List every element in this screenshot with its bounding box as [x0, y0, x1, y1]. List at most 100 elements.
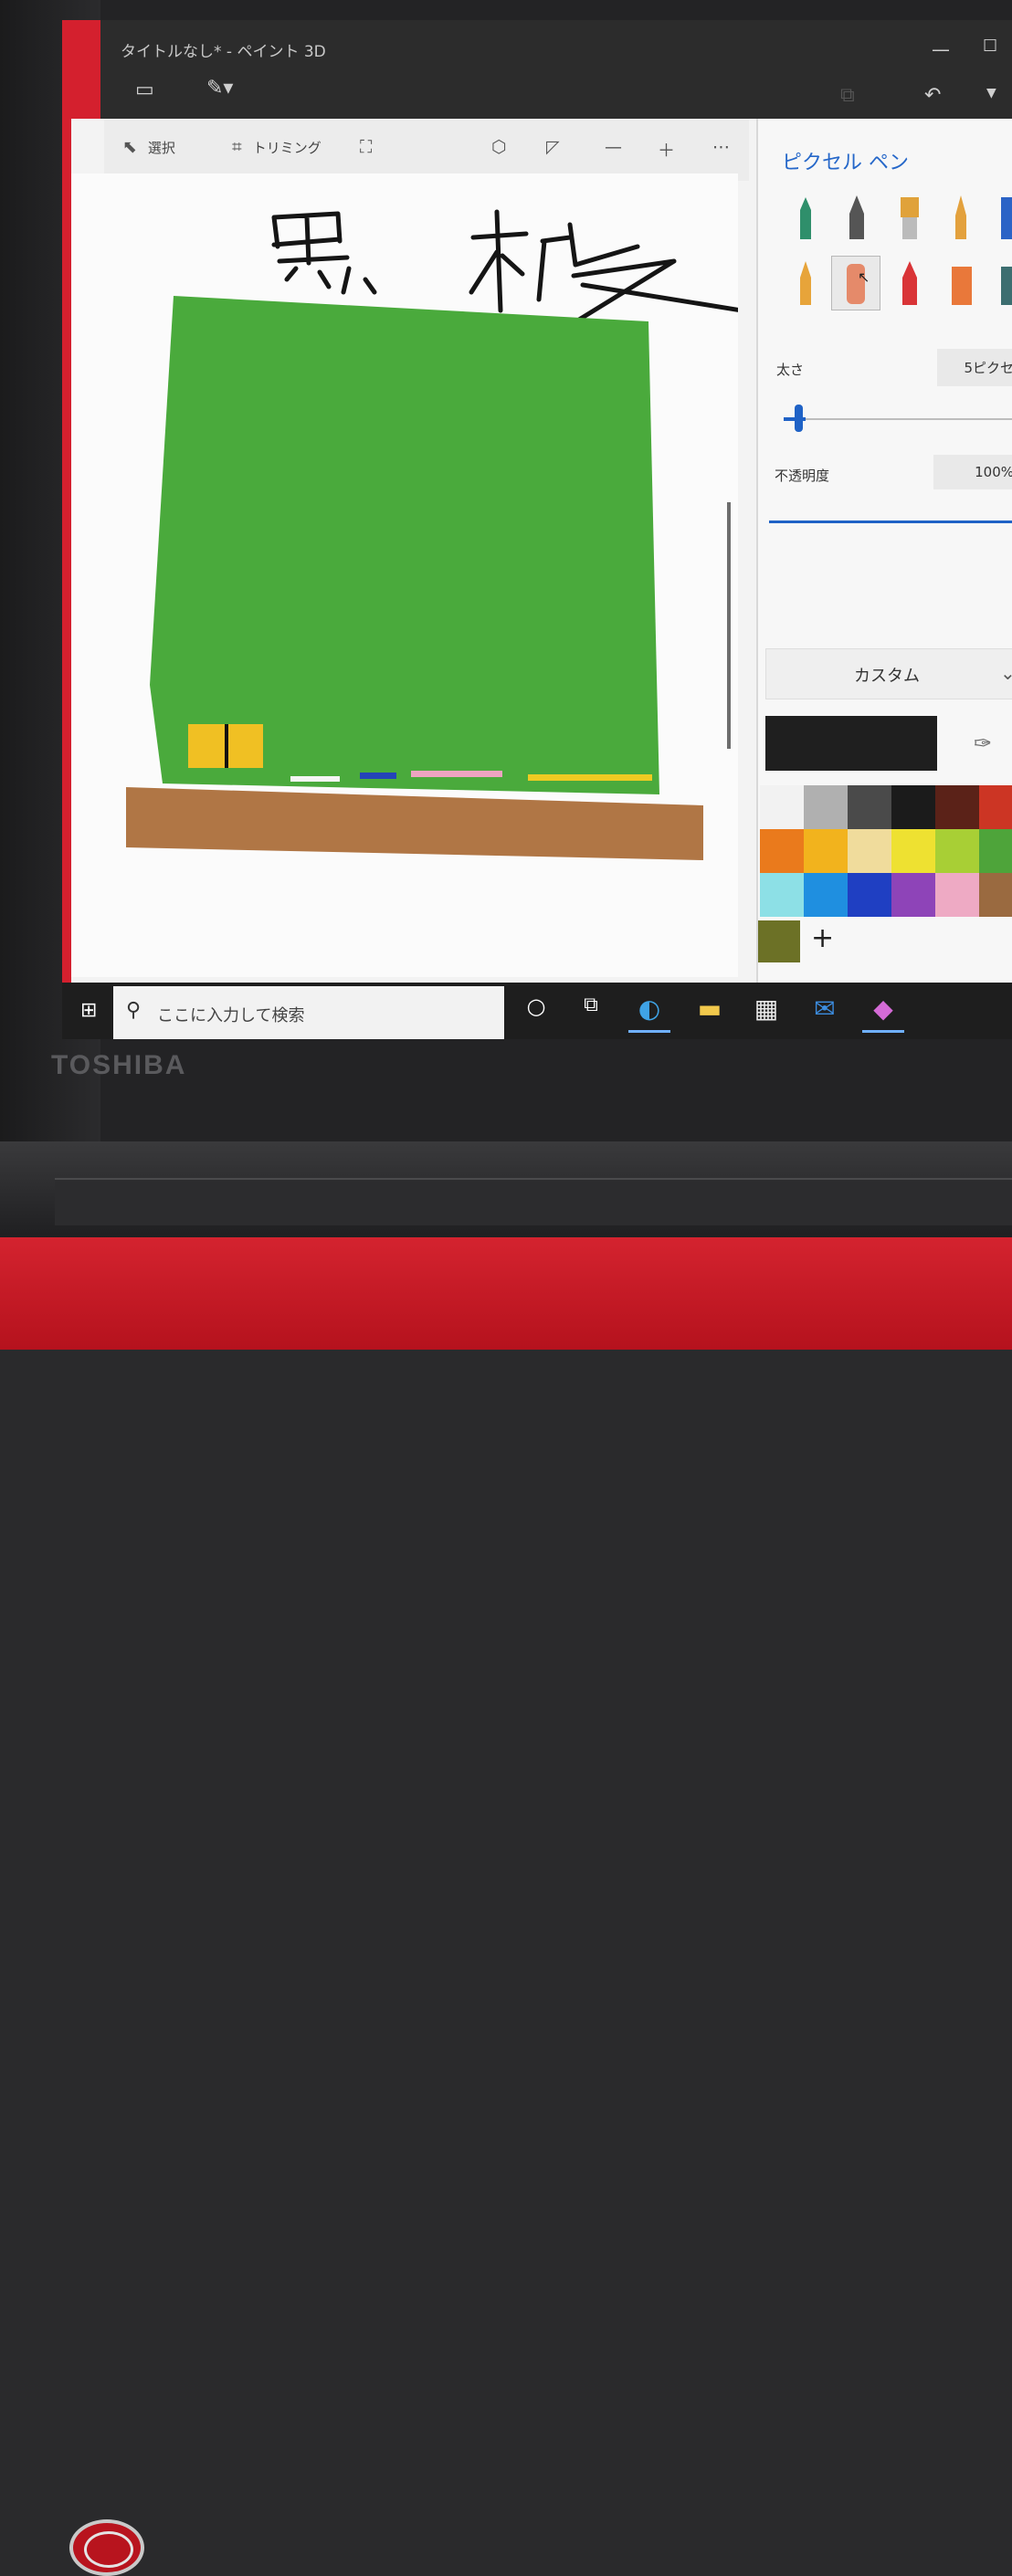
ellipsis-icon: ⋯ [712, 137, 730, 157]
windows-start-icon[interactable]: ⊞ [80, 999, 97, 1022]
laptop-hinge-bar [55, 1178, 1012, 1225]
power-button-ring [84, 2531, 133, 2568]
color-swatch[interactable] [891, 873, 935, 917]
paste-icon[interactable]: ⧉ [840, 84, 855, 107]
title-bar: タイトルなし* - ペイント 3D ▭ ✎▾ ⧉ ↶ ▼ — ☐ [100, 20, 1012, 121]
color-swatch[interactable] [935, 829, 979, 873]
color-swatch[interactable] [760, 785, 804, 829]
current-color-swatch[interactable] [765, 716, 937, 771]
eyedropper-icon[interactable]: ✑ [974, 731, 992, 756]
3d-view-tool[interactable]: ⬡ [491, 137, 518, 157]
minus-icon: — [605, 137, 622, 157]
crop-icon: ⌗ [232, 137, 242, 157]
brush-menu-icon[interactable]: ✎▾ [206, 77, 233, 100]
cursor-icon: ⬉ [122, 137, 137, 157]
store-icon[interactable]: ▦ [745, 994, 787, 1030]
panel-title: ピクセル ペン [782, 152, 909, 174]
task-view-icon[interactable]: ⧉ [570, 994, 612, 1030]
color-swatch[interactable] [804, 829, 848, 873]
view-tool[interactable]: ◸ [546, 137, 571, 157]
zoom-out-button[interactable]: — [605, 137, 633, 157]
minimize-icon[interactable]: — [932, 38, 950, 60]
crayon-brush[interactable] [886, 258, 933, 310]
thickness-slider-thumb[interactable] [795, 405, 803, 432]
color-swatch[interactable] [979, 873, 1012, 917]
screen: タイトルなし* - ペイント 3D ▭ ✎▾ ⧉ ↶ ▼ — ☐ ⬉ 選択 ⌗ トリ… [62, 20, 1012, 1039]
power-button[interactable] [69, 2519, 144, 2576]
brush-panel: ピクセル ペン ↖ 太さ 5ピクセ 不透明度 100% カスタム ⌄ ✑ + [756, 119, 1012, 986]
taskbar-search-box[interactable]: ⚲ ここに入力して検索 [113, 986, 504, 1039]
calligraphy-pen-brush[interactable] [833, 192, 880, 245]
canvas-toolbar: ⬉ 選択 ⌗ トリミング ⛶ ⬡ ◸ — ＋ ⋯ [104, 119, 749, 181]
view-icon: ◸ [546, 137, 560, 157]
thickness-value-input[interactable]: 5ピクセ [937, 349, 1012, 386]
taskbar: ⊞ ⚲ ここに入力して検索 ○ ⧉ ◐ ▬ ▦ ✉ ◆ [62, 983, 1012, 1039]
watercolor-brush[interactable] [937, 192, 985, 245]
pencil-brush[interactable] [782, 258, 829, 310]
file-explorer-icon[interactable]: ▬ [689, 994, 731, 1030]
color-swatch[interactable] [760, 873, 804, 917]
zoom-in-button[interactable]: ＋ [658, 137, 686, 162]
color-swatch[interactable] [935, 785, 979, 829]
color-swatch[interactable] [979, 785, 1012, 829]
yellow-chalk [528, 774, 652, 781]
color-swatch[interactable] [891, 785, 935, 829]
more-button[interactable]: ⋯ [712, 137, 741, 157]
add-color-button[interactable]: + [811, 922, 834, 954]
search-icon: ⚲ [126, 999, 142, 1022]
chevron-down-icon: ⌄ [1000, 662, 1012, 684]
opacity-slider[interactable] [769, 520, 1012, 523]
trim-label: トリミング [252, 140, 322, 156]
search-placeholder: ここに入力して検索 [157, 1006, 305, 1025]
oil-brush[interactable] [886, 192, 933, 245]
airbrush-brush[interactable] [986, 192, 1012, 245]
opacity-label: 不透明度 [775, 468, 830, 484]
fill-brush[interactable] [986, 258, 1012, 310]
menu-icon[interactable]: ▭ [135, 79, 154, 101]
handwritten-text [271, 209, 744, 322]
paint3d-taskbar-icon[interactable]: ◆ [862, 994, 904, 1033]
color-mode-label: カスタム [854, 667, 920, 686]
color-swatch[interactable] [848, 873, 891, 917]
undo-icon[interactable]: ↶ [924, 84, 941, 107]
paint3d-app: ⬉ 選択 ⌗ トリミング ⛶ ⬡ ◸ — ＋ ⋯ 黒板 [71, 119, 1012, 1020]
select-tool[interactable]: ⬉ 選択 [122, 137, 175, 157]
cube-icon: ⬡ [491, 137, 507, 157]
chalk-tray [126, 787, 703, 860]
history-dropdown-icon[interactable]: ▼ [986, 86, 996, 100]
color-swatch[interactable] [760, 829, 804, 873]
window-title: タイトルなし* - ペイント 3D [121, 43, 326, 61]
marker-brush[interactable] [782, 192, 829, 245]
select-label: 選択 [147, 140, 175, 156]
cursor-icon: ↖ [858, 268, 870, 286]
plus-icon: ＋ [658, 141, 676, 161]
chalkboard [150, 296, 659, 794]
custom-color-swatch[interactable] [758, 920, 800, 962]
color-swatch[interactable] [935, 873, 979, 917]
thickness-slider-track[interactable] [784, 418, 1012, 420]
color-mode-dropdown[interactable]: カスタム ⌄ [765, 648, 1012, 699]
color-swatch[interactable] [891, 829, 935, 873]
maximize-icon[interactable]: ☐ [983, 37, 997, 56]
white-chalk [290, 776, 340, 782]
pink-chalk [411, 771, 502, 777]
opacity-value-input[interactable]: 100% [933, 455, 1012, 489]
mail-icon[interactable]: ✉ [804, 994, 846, 1030]
trim-tool[interactable]: ⌗ トリミング [232, 137, 322, 157]
laptop-lid [0, 1237, 1012, 2576]
color-swatch[interactable] [804, 785, 848, 829]
spray-can-brush[interactable] [937, 258, 985, 310]
magic-select-tool[interactable]: ⛶ [360, 137, 383, 157]
color-swatch[interactable] [848, 829, 891, 873]
thickness-label: 太さ [776, 362, 805, 378]
blue-chalk [360, 773, 396, 779]
color-swatch[interactable] [848, 785, 891, 829]
edge-icon[interactable]: ◐ [628, 994, 670, 1033]
cortana-icon[interactable]: ○ [515, 994, 557, 1030]
color-swatch[interactable] [804, 873, 848, 917]
vertical-scrollbar[interactable] [727, 502, 731, 749]
pixel-pen-brush[interactable]: ↖ [831, 256, 880, 310]
drawing-canvas[interactable]: 黒板 [71, 173, 744, 1020]
laptop-brand-logo: TOSHIBA [51, 1050, 187, 1080]
color-swatch[interactable] [979, 829, 1012, 873]
